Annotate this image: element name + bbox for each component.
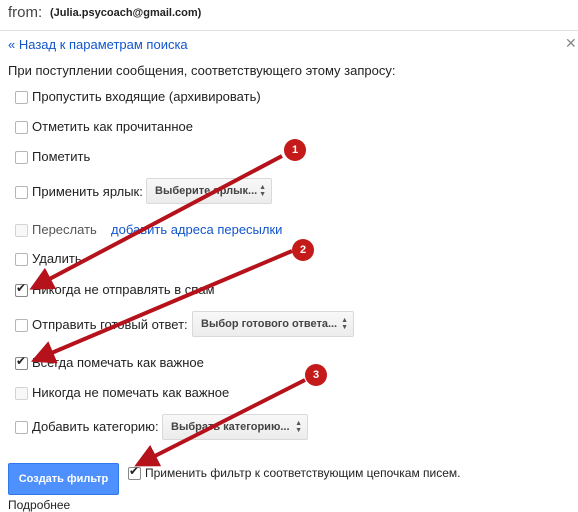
cut-off-link[interactable]: Подробнее (8, 498, 70, 512)
canned-response-select[interactable]: Выбор готового ответа... ▲ ▼ (192, 311, 354, 337)
dropdown-arrows-icon: ▲ ▼ (259, 184, 266, 198)
dropdown-arrows-icon: ▲ ▼ (341, 317, 348, 331)
label-select-value: Выберите ярлык... (155, 185, 258, 197)
filter-intro-text: При поступлении сообщения, соответствующ… (8, 63, 396, 78)
create-filter-button[interactable]: Создать фильтр (8, 463, 119, 495)
always-important-label: Всегда помечать как важное (32, 355, 204, 370)
star-label: Пометить (32, 149, 91, 164)
skip-inbox-label: Пропустить входящие (архивировать) (32, 89, 261, 104)
apply-to-existing-label: Применить фильтр к соответствующим цепоч… (145, 466, 461, 480)
from-value: (Julia.psycoach@gmail.com) (50, 7, 202, 19)
back-to-search-link[interactable]: « Назад к параметрам поиска (8, 37, 188, 52)
never-important-checkbox[interactable] (15, 387, 28, 400)
canned-response-checkbox[interactable] (15, 319, 28, 332)
category-select[interactable]: Выбрать категорию... ▲ ▼ (162, 414, 308, 440)
never-spam-label: Никогда не отправлять в спам (32, 282, 215, 297)
forward-checkbox[interactable] (15, 224, 28, 237)
canned-response-label: Отправить готовый ответ: (32, 317, 188, 332)
apply-label-checkbox[interactable] (15, 186, 28, 199)
delete-checkbox[interactable] (15, 253, 28, 266)
category-label: Добавить категорию: (32, 419, 159, 434)
annotation-badge-1: 1 (284, 139, 306, 161)
always-important-checkbox[interactable] (15, 354, 28, 370)
annotation-arrow-2 (30, 249, 293, 364)
star-checkbox[interactable] (15, 151, 28, 164)
label-select[interactable]: Выберите ярлык... ▲ ▼ (146, 178, 272, 204)
apply-label-label: Применить ярлык: (32, 184, 143, 199)
forward-label: Переслать (32, 222, 97, 237)
from-label: from: (8, 4, 43, 21)
delete-label: Удалить (32, 251, 82, 266)
close-icon[interactable]: ✕ (565, 35, 577, 52)
annotation-badge-2: 2 (292, 239, 314, 261)
add-forwarding-address-link[interactable]: добавить адреса пересылки (111, 222, 282, 237)
mark-read-label: Отметить как прочитанное (32, 119, 193, 134)
category-select-value: Выбрать категорию... (171, 421, 290, 433)
never-spam-checkbox[interactable] (15, 281, 28, 297)
never-important-label: Никогда не помечать как важное (32, 385, 230, 400)
mark-read-checkbox[interactable] (15, 121, 28, 134)
category-checkbox[interactable] (15, 421, 28, 434)
from-header: from: (Julia.psycoach@gmail.com) (0, 0, 578, 31)
annotation-badge-3: 3 (305, 364, 327, 386)
skip-inbox-checkbox[interactable] (15, 91, 28, 104)
apply-to-existing-checkbox[interactable] (128, 464, 141, 480)
dropdown-arrows-icon: ▲ ▼ (295, 420, 302, 434)
canned-response-select-value: Выбор готового ответа... (201, 318, 338, 330)
